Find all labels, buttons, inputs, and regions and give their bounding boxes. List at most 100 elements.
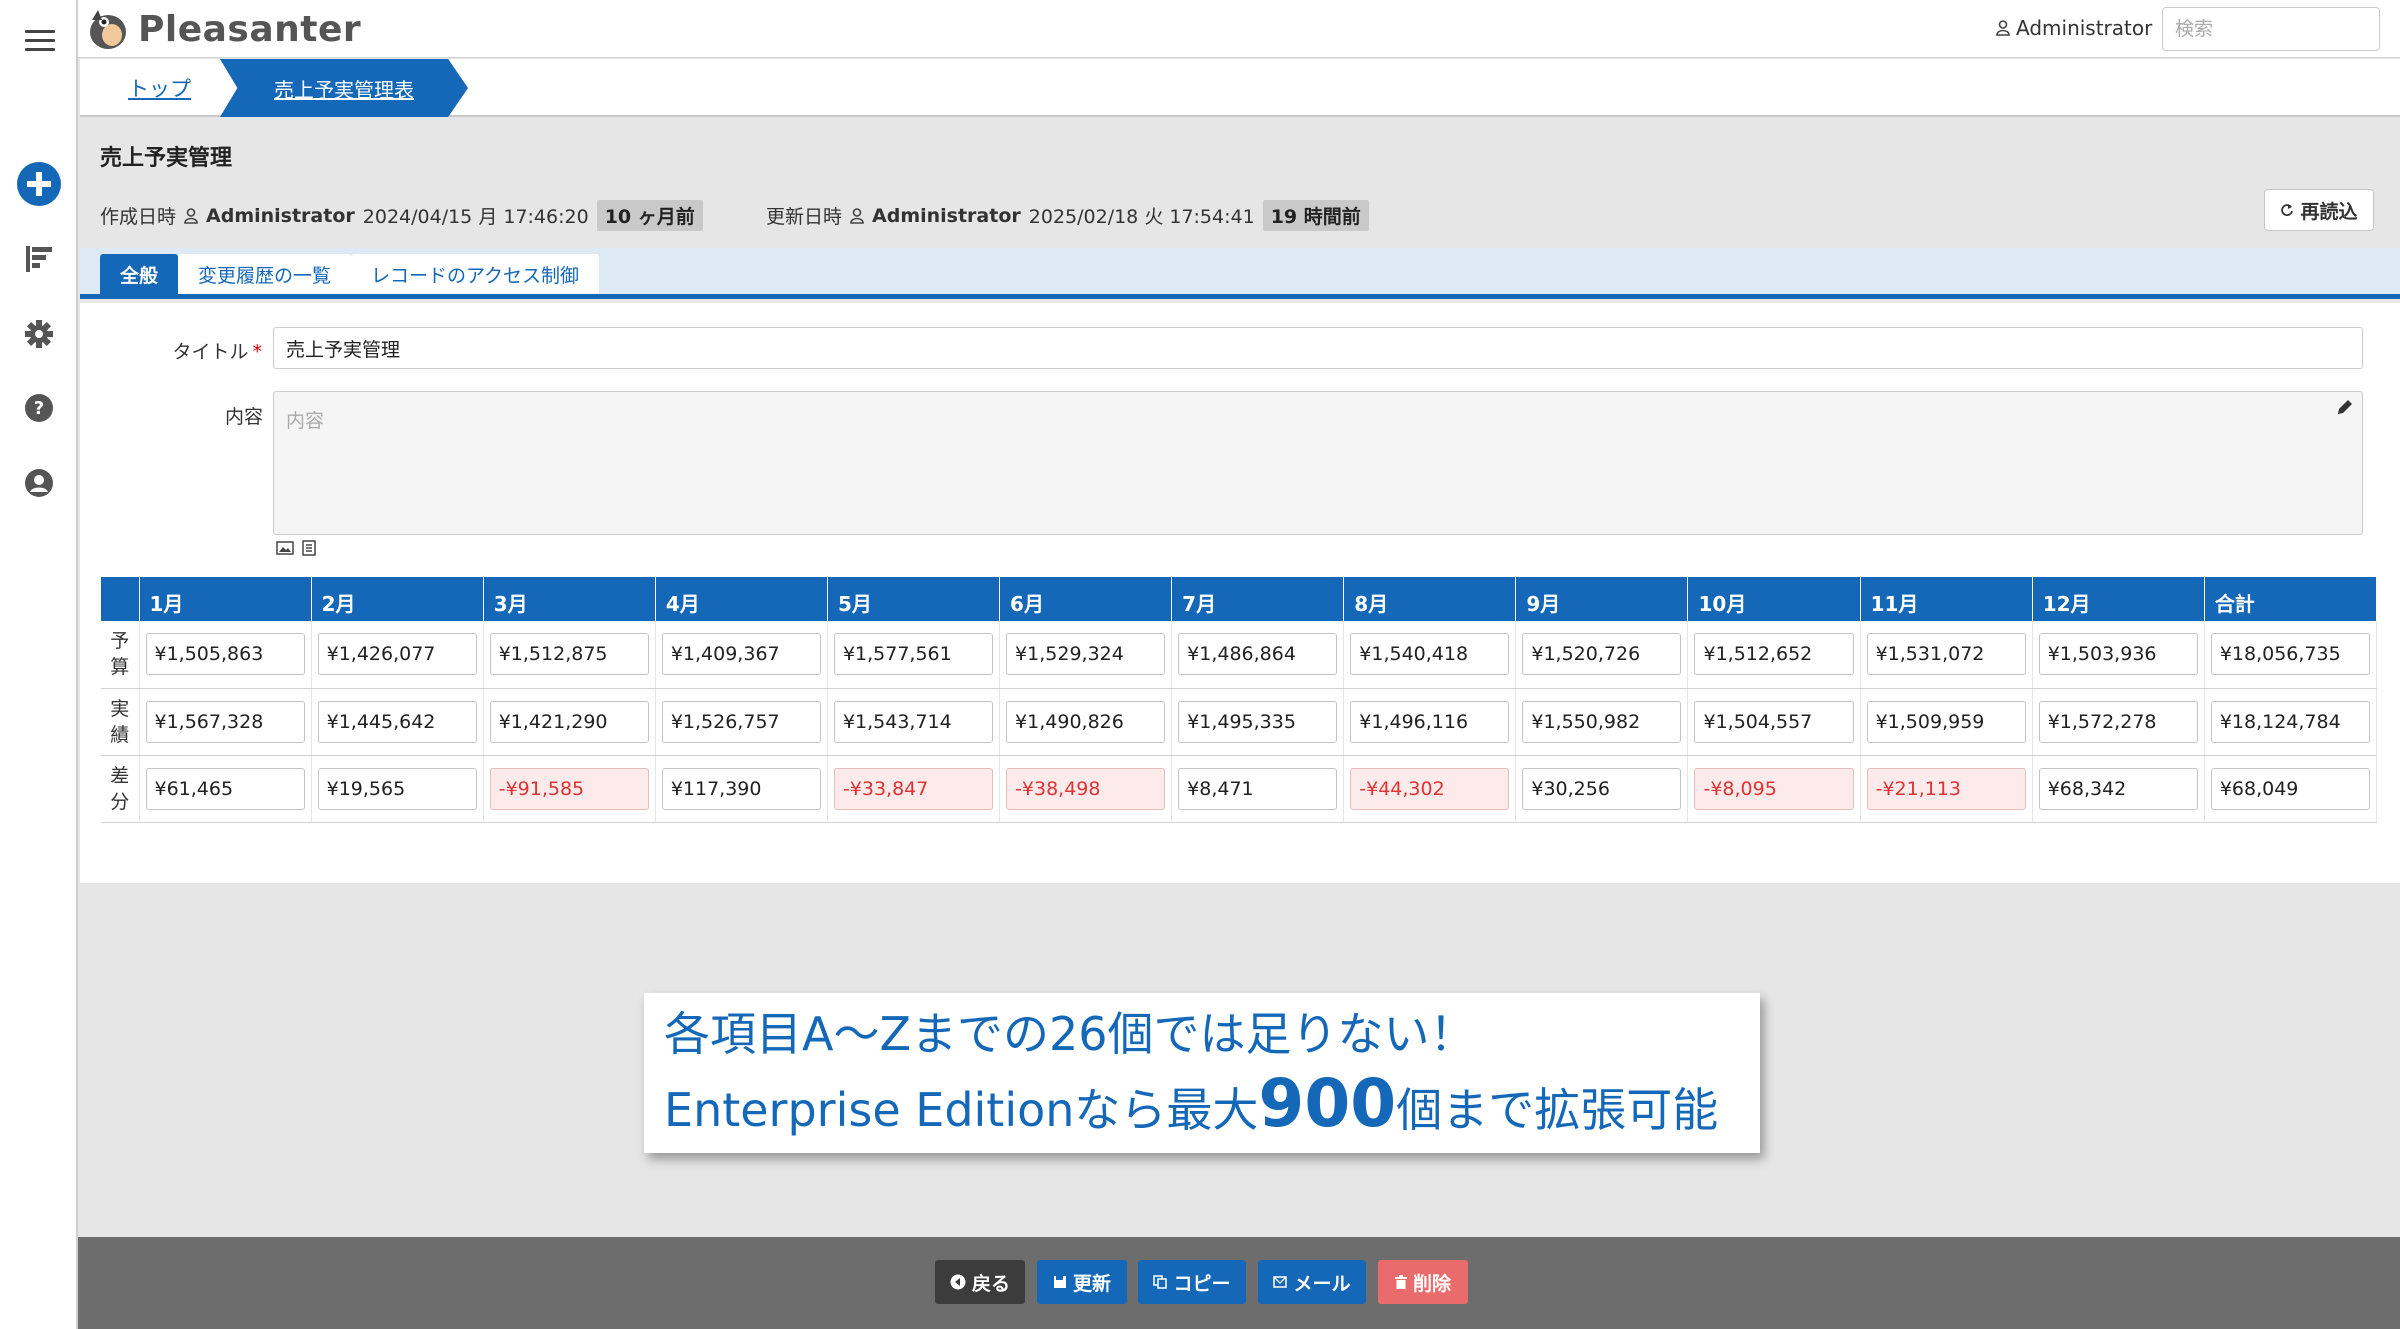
callout-line-2-prefix: Enterprise Editionなら最大 — [664, 1083, 1259, 1137]
grid-cell-input[interactable] — [1178, 633, 1338, 676]
updated-info: 更新日時 Administrator 2025/02/18 火 17:54:41… — [766, 200, 1369, 231]
col-header: 5月 — [827, 577, 1001, 621]
tab-access-control[interactable]: レコードのアクセス制御 — [351, 254, 600, 294]
sort-list-icon[interactable] — [16, 236, 62, 282]
body-textarea[interactable] — [273, 391, 2363, 535]
created-user[interactable]: Administrator — [206, 205, 355, 227]
title-label: タイトル * — [150, 337, 262, 364]
required-mark: * — [252, 341, 263, 363]
pencil-edit-icon[interactable] — [2334, 396, 2356, 418]
user-account-icon[interactable] — [16, 460, 62, 506]
grid-cell-input[interactable] — [1866, 767, 2026, 810]
grid-cell-input[interactable] — [1522, 700, 1682, 743]
col-header: 8月 — [1343, 577, 1517, 621]
grid-cell — [139, 755, 312, 823]
grid-cell-input[interactable] — [1006, 633, 1166, 676]
grid-cell-input[interactable] — [1694, 700, 1854, 743]
back-arrow-icon — [950, 1274, 966, 1290]
grid-cell-input[interactable] — [2210, 633, 2370, 676]
grid-cell-input[interactable] — [661, 767, 821, 810]
row-label-char: 予 — [110, 630, 130, 653]
file-attach-icon[interactable] — [300, 539, 318, 557]
gear-icon[interactable] — [16, 311, 62, 357]
mail-label: メール — [1293, 1272, 1351, 1295]
grid-cell-input[interactable] — [1006, 767, 1166, 810]
breadcrumb-current-link[interactable]: 売上予実管理表 — [220, 59, 468, 117]
created-datetime: 2024/04/15 月 17:46:20 — [362, 206, 589, 228]
grid-cell-input[interactable] — [317, 700, 477, 743]
col-header: 7月 — [1171, 577, 1345, 621]
reload-button[interactable]: 再読込 — [2264, 189, 2374, 231]
grid-cell-input[interactable] — [2038, 700, 2198, 743]
grid-cell-input[interactable] — [489, 767, 649, 810]
app-logo[interactable]: Pleasanter — [86, 6, 361, 52]
copy-button[interactable]: コピー — [1138, 1260, 1246, 1304]
grid-cell-input[interactable] — [1178, 700, 1338, 743]
tab-general[interactable]: 全般 — [100, 254, 179, 294]
grid-cell-input[interactable] — [1694, 633, 1854, 676]
grid-cell — [1171, 621, 1345, 689]
updated-user[interactable]: Administrator — [872, 205, 1021, 227]
grid-cell-input[interactable] — [145, 700, 305, 743]
add-new-icon[interactable] — [16, 161, 62, 207]
grid-cell — [2204, 755, 2378, 823]
grid-cell-input[interactable] — [833, 700, 994, 743]
updated-ago-badge: 19 時間前 — [1262, 200, 1369, 231]
difference-row: 差分 — [101, 755, 2378, 823]
grid-cell-input[interactable] — [489, 700, 649, 743]
grid-cell — [999, 688, 1173, 756]
tab-change-history[interactable]: 変更履歴の一覧 — [178, 254, 352, 294]
help-icon[interactable]: ? — [16, 385, 62, 431]
grid-cell-input[interactable] — [1866, 633, 2026, 676]
grid-cell-input[interactable] — [1350, 767, 1510, 810]
grid-cell — [1171, 755, 1345, 823]
grid-cell-input[interactable] — [1866, 700, 2026, 743]
grid-cell-input[interactable] — [1522, 767, 1682, 810]
title-input[interactable] — [273, 327, 2363, 369]
current-user-name: Administrator — [2016, 16, 2153, 40]
search-input[interactable] — [2162, 7, 2380, 51]
grid-cell — [1343, 688, 1517, 756]
grid-cell-input[interactable] — [661, 633, 821, 676]
grid-cell — [483, 755, 656, 823]
col-header: 1月 — [139, 577, 312, 621]
row-label: 予算 — [101, 621, 140, 689]
grid-cell — [1687, 688, 1861, 756]
mail-button[interactable]: メール — [1258, 1260, 1366, 1304]
image-upload-icon[interactable] — [276, 539, 294, 557]
grid-cell — [483, 621, 656, 689]
grid-cell-input[interactable] — [1522, 633, 1682, 676]
grid-cell-input[interactable] — [2210, 700, 2370, 743]
grid-cell-input[interactable] — [2038, 767, 2198, 810]
col-header: 2月 — [311, 577, 484, 621]
grid-cell — [1860, 621, 2033, 689]
row-label: 差分 — [101, 755, 140, 823]
grid-cell-input[interactable] — [833, 633, 994, 676]
updated-datetime: 2025/02/18 火 17:54:41 — [1028, 206, 1255, 228]
grid-cell-input[interactable] — [317, 767, 477, 810]
refresh-icon — [2281, 204, 2294, 216]
grid-cell-input[interactable] — [1350, 633, 1510, 676]
grid-cell-input[interactable] — [1694, 767, 1854, 810]
current-user[interactable]: Administrator — [1996, 16, 2152, 40]
grid-cell-input[interactable] — [317, 633, 477, 676]
grid-cell-input[interactable] — [489, 633, 649, 676]
grid-cell-input[interactable] — [145, 767, 305, 810]
grid-cell-input[interactable] — [1006, 700, 1166, 743]
update-button[interactable]: 更新 — [1037, 1260, 1127, 1304]
grid-cell — [139, 621, 312, 689]
grid-cell-input[interactable] — [145, 633, 305, 676]
back-button[interactable]: 戻る — [935, 1260, 1025, 1304]
tab-bar: 全般 変更履歴の一覧 レコードのアクセス制御 — [80, 248, 2400, 299]
grid-cell-input[interactable] — [2038, 633, 2198, 676]
grid-cell-input[interactable] — [661, 700, 821, 743]
grid-cell-input[interactable] — [1178, 767, 1338, 810]
delete-button[interactable]: 削除 — [1378, 1260, 1468, 1304]
row-label-char: 分 — [110, 790, 130, 813]
grid-cell-input[interactable] — [2210, 767, 2370, 810]
grid-cell-input[interactable] — [1350, 700, 1510, 743]
grid-cell — [1515, 688, 1689, 756]
menu-icon[interactable] — [25, 30, 55, 51]
grid-cell-input[interactable] — [833, 767, 994, 810]
breadcrumb-top-link[interactable]: トップ — [128, 73, 191, 103]
